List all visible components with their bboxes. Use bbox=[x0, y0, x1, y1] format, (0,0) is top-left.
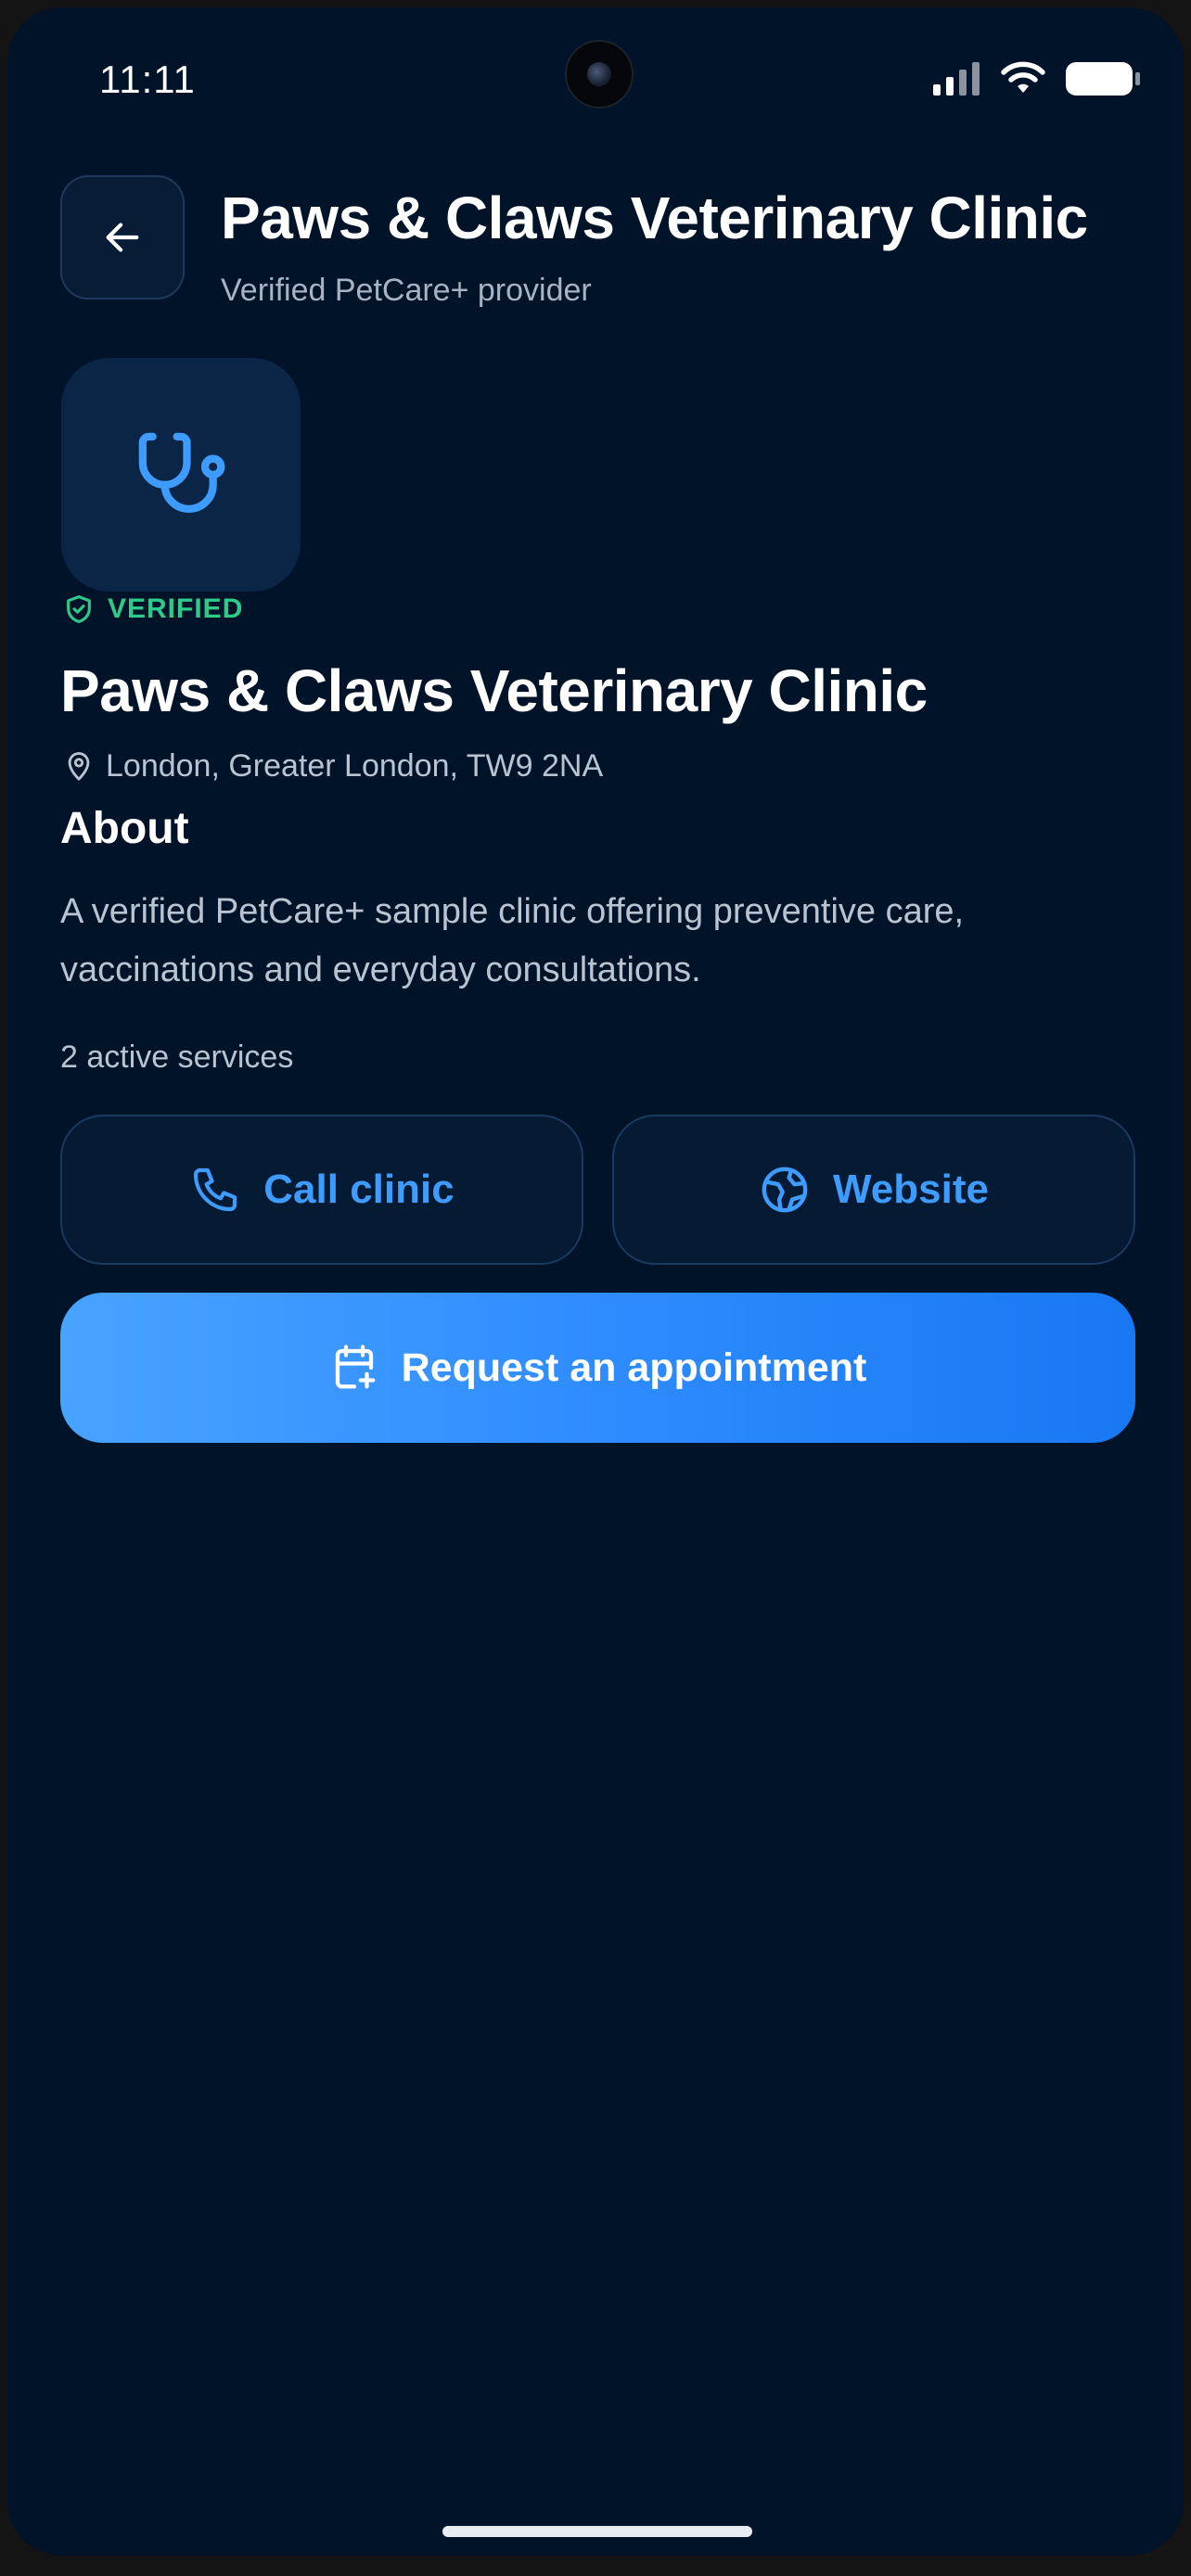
clinic-avatar bbox=[61, 358, 301, 592]
phone-screen: 11:11 Paws & Claws Veterinary Clinic Ver… bbox=[7, 7, 1184, 2556]
verified-badge: VERIFIED bbox=[63, 592, 243, 627]
services-count: 2 active services bbox=[60, 1039, 294, 1075]
website-label: Website bbox=[833, 1167, 989, 1212]
page-title: Paws & Claws Veterinary Clinic bbox=[221, 185, 1088, 251]
website-button[interactable]: Website bbox=[612, 1115, 1135, 1265]
about-heading: About bbox=[60, 804, 189, 853]
map-pin-icon bbox=[68, 752, 90, 781]
stethoscope-icon bbox=[138, 432, 225, 513]
status-icons bbox=[933, 61, 1141, 96]
front-camera bbox=[565, 40, 634, 108]
verified-label: VERIFIED bbox=[108, 593, 244, 624]
request-appointment-label: Request an appointment bbox=[401, 1345, 867, 1390]
status-time: 11:11 bbox=[99, 57, 196, 101]
wifi-icon bbox=[1001, 61, 1045, 93]
page-subtitle: Verified PetCare+ provider bbox=[221, 273, 592, 308]
call-clinic-button[interactable]: Call clinic bbox=[60, 1115, 583, 1265]
globe-icon bbox=[762, 1167, 808, 1213]
back-button[interactable] bbox=[60, 175, 185, 300]
battery-icon bbox=[1066, 62, 1140, 96]
location-text: London, Greater London, TW9 2NA bbox=[106, 747, 604, 784]
home-indicator[interactable] bbox=[442, 2526, 752, 2537]
call-clinic-label: Call clinic bbox=[263, 1167, 455, 1212]
clinic-name: Paws & Claws Veterinary Clinic bbox=[60, 657, 928, 724]
signal-icon bbox=[933, 62, 980, 96]
calendar-plus-icon bbox=[335, 1345, 376, 1389]
shield-check-icon bbox=[67, 594, 91, 624]
request-appointment-button[interactable]: Request an appointment bbox=[60, 1293, 1135, 1443]
phone-icon bbox=[194, 1167, 237, 1212]
arrow-left-icon bbox=[106, 223, 139, 252]
about-text: A verified PetCare+ sample clinic offeri… bbox=[60, 892, 965, 989]
clinic-location: London, Greater London, TW9 2NA bbox=[63, 747, 603, 784]
